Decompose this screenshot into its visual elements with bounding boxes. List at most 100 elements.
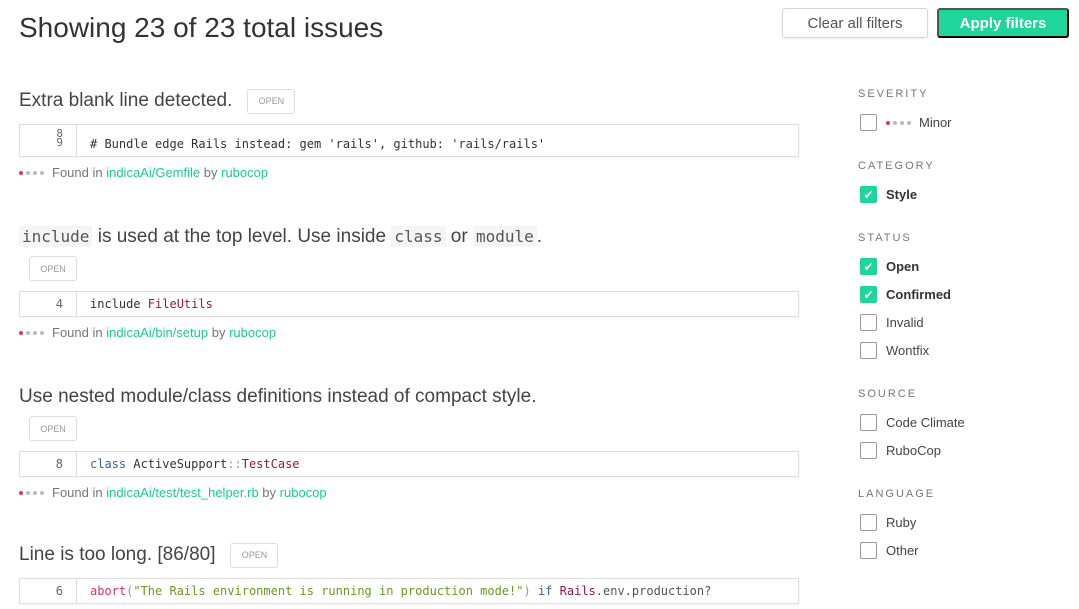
filter-style-checkbox[interactable]: ✔ Style [860,186,917,203]
checkbox-icon[interactable] [860,342,877,359]
line-number: 8 9 [20,125,77,156]
filter-wontfix-checkbox[interactable]: Wontfix [860,342,929,359]
issue-title[interactable]: Extra blank line detected. [19,90,232,112]
status-badge: OPEN [230,542,279,568]
issue-header: Use nested module/class definitions inst… [19,384,799,410]
issue-title[interactable]: Line is too long. [86/80] [19,544,215,566]
code-token: # Bundle edge Rails instead: gem 'rails'… [90,137,546,151]
title-text: or [445,226,473,247]
issue-item: Extra blank line detected. OPEN 8 9 # Bundl… [19,88,799,180]
issue-title[interactable]: include is used at the top level. Use in… [19,226,542,248]
code-token: "The Rails environment is running in pro… [133,584,524,598]
severity-dot [893,120,897,125]
filter-label: Other [886,543,919,558]
file-path-link[interactable]: indicaAi/bin/setup [106,325,208,340]
by-label: by [258,485,280,500]
code-token: class [90,457,134,471]
checkbox-icon[interactable] [860,542,877,559]
filter-label: Invalid [886,315,924,330]
checkbox-icon[interactable] [860,314,877,331]
severity-dots-icon [19,490,44,495]
severity-dot [40,170,44,175]
severity-dot [40,330,44,335]
code-token: ActiveSupport [133,457,228,471]
code-line: abort("The Rails environment is running … [77,579,711,603]
inline-code: module [472,226,537,247]
file-path-link[interactable]: indicaAi/test/test_helper.rb [106,485,258,500]
severity-dot [900,120,904,125]
code-token: Rails [559,584,596,598]
severity-dots-icon [886,120,911,125]
filter-heading-severity: SEVERITY [858,88,929,100]
badge-row: OPEN [29,416,799,441]
code-line: # Bundle edge Rails instead: gem 'rails'… [77,125,545,156]
clear-filters-button[interactable]: Clear all filters [782,8,928,38]
badge-row: OPEN [29,256,799,281]
checkbox-icon[interactable] [860,442,877,459]
code-token: if [537,584,560,598]
checkbox-icon[interactable] [860,514,877,531]
title-text: Line is too long. [86/80] [19,544,216,565]
checkmark-icon[interactable]: ✔ [860,186,877,203]
filter-label: Confirmed [886,287,951,302]
issue-item: Line is too long. [86/80] OPEN 6 abort("The… [19,542,799,604]
severity-dot [26,490,30,495]
severity-dot [26,170,30,175]
issue-source: Found in indicaAi/Gemfile by rubocop [19,165,799,180]
filter-heading-status: STATUS [858,232,912,244]
code-token: FileUtils [147,297,213,311]
checkbox-icon[interactable] [860,414,877,431]
code-token: ) [523,584,538,598]
code-token: :: [227,457,242,471]
filter-label: Minor [919,115,952,130]
filter-label: Open [886,259,920,274]
severity-dot [33,490,37,495]
code-token: abort [90,584,127,598]
tool-link[interactable]: rubocop [221,165,268,180]
filter-label: Ruby [886,515,917,530]
line-number: 8 [20,452,77,476]
filter-open-checkbox[interactable]: ✔ Open [860,258,919,275]
checkbox-icon[interactable] [860,114,877,131]
title-text: is used at the top level. Use inside [92,226,392,247]
severity-dot [26,330,30,335]
code-snippet: 4 include FileUtils [19,291,799,317]
severity-dot [40,490,44,495]
filter-minor-checkbox[interactable]: Minor [860,114,952,131]
line-number: 6 [20,579,77,603]
severity-dot [33,170,37,175]
filter-ruby-checkbox[interactable]: Ruby [860,514,916,531]
issue-item: include is used at the top level. Use in… [19,224,799,340]
severity-dot [19,170,23,175]
issue-title[interactable]: Use nested module/class definitions inst… [19,386,537,408]
severity-dot [907,120,911,125]
checkmark-icon[interactable]: ✔ [860,286,877,303]
filter-other-checkbox[interactable]: Other [860,542,919,559]
by-label: by [208,325,230,340]
severity-dots-icon [19,330,44,335]
file-path-link[interactable]: indicaAi/Gemfile [106,165,200,180]
tool-link[interactable]: rubocop [229,325,276,340]
severity-dot [19,490,23,495]
tool-link[interactable]: rubocop [280,485,327,500]
filter-confirmed-checkbox[interactable]: ✔ Confirmed [860,286,951,303]
severity-dot [19,330,23,335]
apply-filters-button[interactable]: Apply filters [937,8,1069,38]
filter-rubocop-checkbox[interactable]: RuboCop [860,442,941,459]
checkmark-icon[interactable]: ✔ [860,258,877,275]
severity-dots-icon [19,170,44,175]
page-title: Showing 23 of 23 total issues [19,12,384,43]
filter-heading-source: SOURCE [858,388,918,400]
filter-code-climate-checkbox[interactable]: Code Climate [860,414,965,431]
filter-label: Code Climate [886,415,965,430]
filter-invalid-checkbox[interactable]: Invalid [860,314,924,331]
issue-source: Found in indicaAi/test/test_helper.rb by… [19,485,799,500]
code-snippet: 8 9 # Bundle edge Rails instead: gem 'rai… [19,124,799,157]
filter-label: RuboCop [886,443,941,458]
code-token: TestCase [241,457,300,471]
issue-header: include is used at the top level. Use in… [19,224,799,250]
filter-heading-category: CATEGORY [858,160,935,172]
severity-dot [33,330,37,335]
status-badge: OPEN [247,88,296,114]
code-snippet: 8 class ActiveSupport::TestCase [19,451,799,477]
